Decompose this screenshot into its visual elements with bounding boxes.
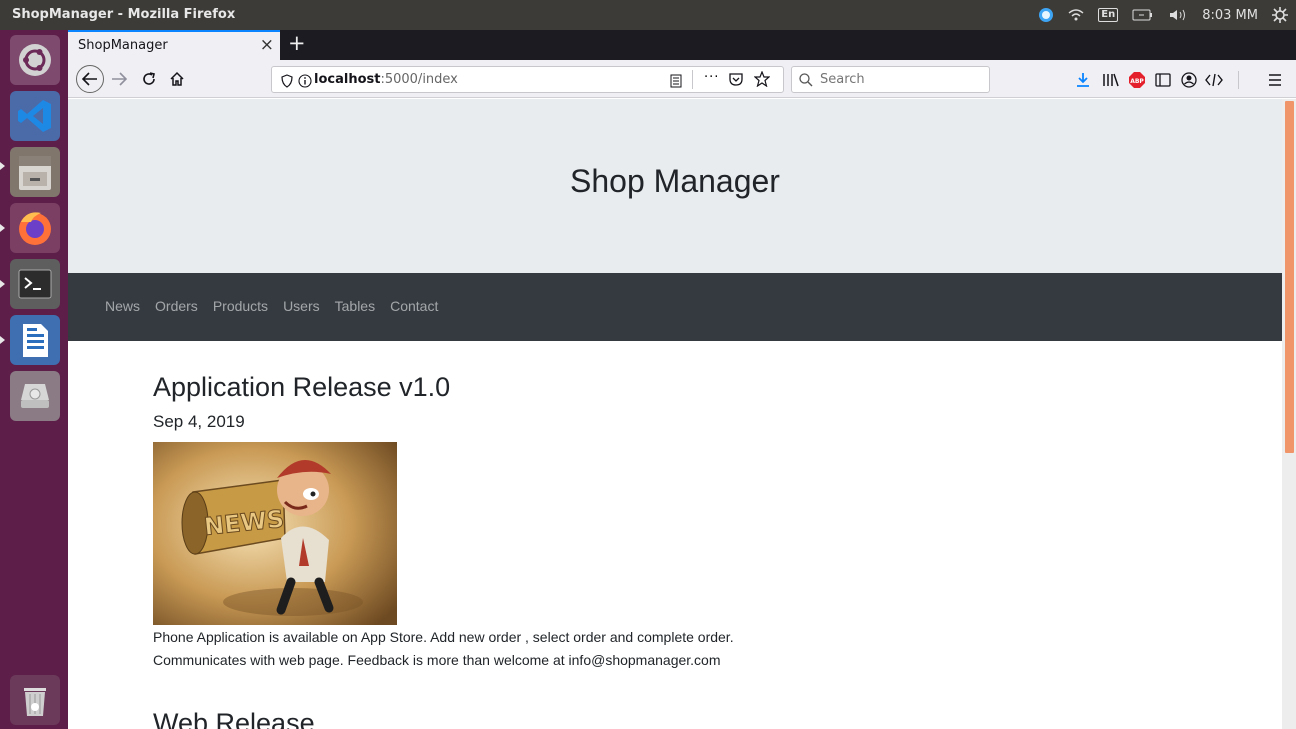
firefox-icon[interactable] [10, 203, 60, 253]
search-input[interactable] [818, 70, 983, 89]
separator [692, 70, 693, 89]
back-arrow-icon [82, 72, 97, 86]
forward-arrow-icon [112, 72, 127, 86]
tab-strip: ShopManager × + [68, 30, 1296, 60]
trash-icon[interactable] [10, 675, 60, 725]
adblock-plus-icon[interactable]: ABP [1127, 71, 1147, 89]
tab-close-button[interactable]: × [260, 35, 274, 55]
downloads-icon[interactable] [1073, 71, 1093, 89]
tab-title: ShopManager [78, 38, 168, 53]
page-scrollbar[interactable] [1282, 99, 1296, 729]
account-icon[interactable] [1179, 71, 1199, 89]
reader-view-icon[interactable] [670, 73, 682, 92]
news-post: Web Release [153, 708, 315, 729]
page-viewport: Shop Manager News Orders Products Users … [68, 99, 1282, 729]
search-icon [799, 72, 813, 91]
vscode-icon[interactable] [10, 91, 60, 141]
scrollbar-thumb[interactable] [1285, 101, 1294, 453]
running-indicator [0, 224, 5, 232]
developer-tools-icon[interactable] [1204, 71, 1224, 89]
file-manager-icon[interactable] [10, 147, 60, 197]
svg-text:ABP: ABP [1130, 78, 1144, 85]
libreoffice-writer-icon[interactable] [10, 315, 60, 365]
browser-window: ShopManager × + localhost:5000/index ···… [68, 30, 1296, 729]
site-header: Shop Manager [68, 99, 1282, 273]
news-megaphone-image: NEWS [153, 442, 397, 625]
pocket-icon[interactable] [728, 72, 744, 91]
running-indicator [0, 162, 5, 170]
nav-link-contact[interactable]: Contact [390, 298, 438, 314]
nav-link-users[interactable]: Users [283, 298, 320, 314]
nav-link-news[interactable]: News [105, 298, 140, 314]
system-tray: En 8:03 MM [1038, 0, 1288, 30]
ubuntu-dash-icon[interactable] [10, 35, 60, 85]
home-icon [170, 71, 184, 86]
running-indicator [0, 336, 5, 344]
navigation-toolbar: localhost:5000/index ··· A [68, 60, 1296, 98]
keyboard-layout-indicator[interactable]: En [1098, 8, 1119, 22]
reload-button[interactable] [138, 67, 160, 91]
address-bar[interactable]: localhost:5000/index ··· [271, 66, 784, 93]
separator [1238, 71, 1239, 89]
reload-icon [143, 72, 155, 85]
window-title: ShopManager - Mozilla Firefox [12, 7, 236, 22]
url-host: localhost [314, 72, 381, 87]
news-post: Application Release v1.0 [153, 372, 450, 403]
post-title: Application Release v1.0 [153, 372, 451, 402]
new-tab-button[interactable]: + [288, 31, 306, 55]
nav-link-tables[interactable]: Tables [335, 298, 375, 314]
sidebar-icon[interactable] [1153, 71, 1173, 89]
post-title: Web Release [153, 708, 315, 729]
url-path: :5000/index [380, 72, 458, 87]
volume-icon[interactable] [1168, 8, 1188, 22]
nav-link-products[interactable]: Products [213, 298, 268, 314]
wifi-icon[interactable] [1068, 8, 1084, 22]
post-date: Sep 4, 2019 [153, 412, 245, 431]
back-button[interactable] [76, 65, 104, 93]
site-title: Shop Manager [570, 163, 780, 199]
home-button[interactable] [166, 67, 188, 91]
post-body: Phone Application is available on App St… [153, 626, 853, 672]
library-icon[interactable] [1101, 71, 1121, 89]
terminal-icon[interactable] [10, 259, 60, 309]
url-text: localhost:5000/index [314, 72, 458, 87]
skype-icon[interactable] [1038, 7, 1054, 23]
battery-icon[interactable] [1132, 9, 1154, 21]
nav-link-orders[interactable]: Orders [155, 298, 198, 314]
tab-shopmanager[interactable]: ShopManager × [68, 30, 280, 60]
site-info-icon[interactable] [298, 73, 312, 92]
post-body-line: Phone Application is available on App St… [153, 629, 734, 645]
hamburger-menu-icon[interactable] [1265, 71, 1285, 89]
system-menu-icon[interactable] [1272, 7, 1288, 23]
launcher [0, 30, 68, 729]
clock[interactable]: 8:03 MM [1202, 8, 1258, 23]
site-navbar: News Orders Products Users Tables Contac… [68, 273, 1282, 341]
page-actions-menu[interactable]: ··· [704, 70, 719, 85]
top-panel: ShopManager - Mozilla Firefox En 8:03 MM [0, 0, 1296, 30]
tracking-protection-icon[interactable] [281, 73, 293, 92]
search-bar[interactable] [791, 66, 990, 93]
bookmark-star-icon[interactable] [753, 70, 771, 91]
forward-button[interactable] [108, 67, 130, 91]
disk-drive-icon[interactable] [10, 371, 60, 421]
running-indicator [0, 280, 5, 288]
post-body-line: Communicates with web page. Feedback is … [153, 652, 721, 668]
